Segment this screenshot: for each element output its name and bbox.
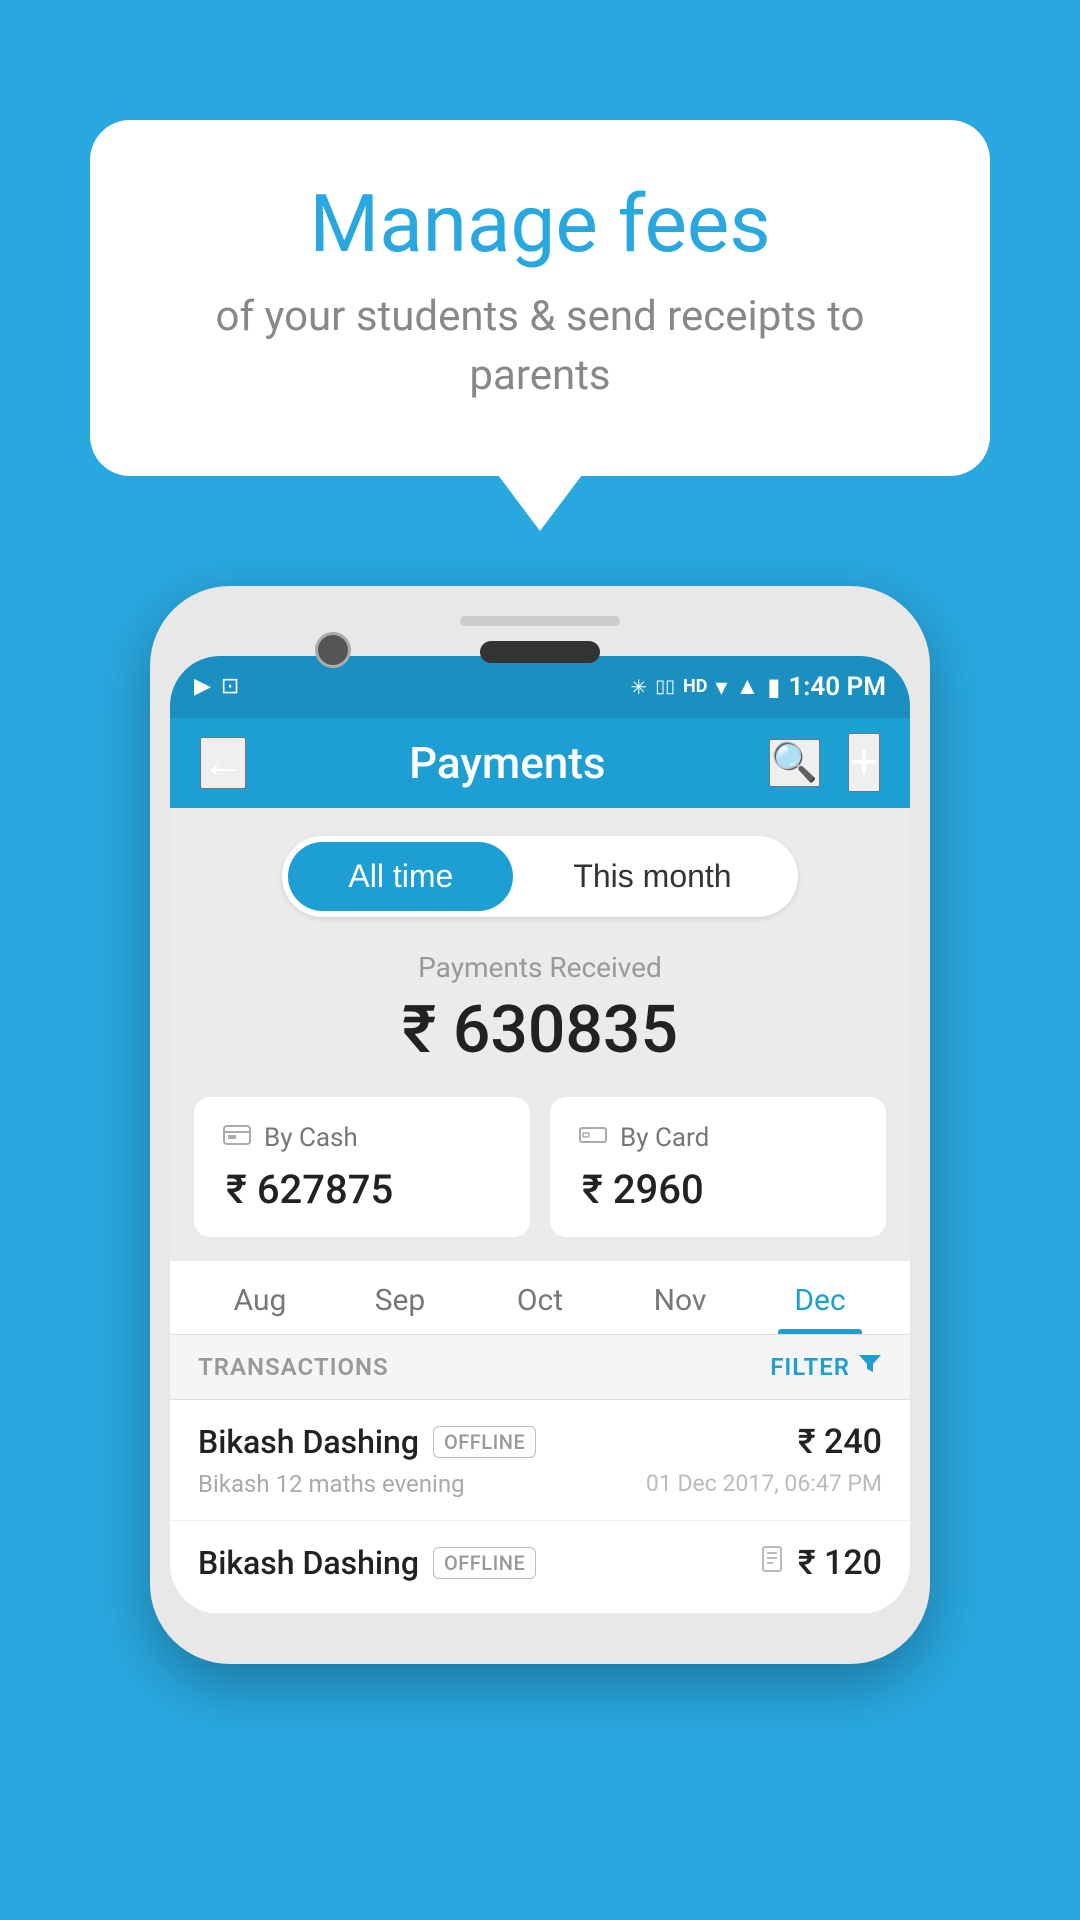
cash-icon xyxy=(222,1121,252,1156)
search-button[interactable]: 🔍 xyxy=(769,739,820,787)
transaction-top: Bikash Dashing OFFLINE xyxy=(198,1543,882,1583)
cash-card: By Cash ₹ 627875 xyxy=(194,1097,530,1237)
transaction-detail: Bikash 12 maths evening xyxy=(198,1470,465,1498)
hd-badge: HD xyxy=(683,676,707,697)
clock: 1:40 PM xyxy=(788,672,886,702)
play-icon: ▶ xyxy=(194,674,211,699)
card-amount: ₹ 2960 xyxy=(578,1166,858,1213)
payment-cards-row: By Cash ₹ 627875 By Card xyxy=(170,1097,910,1261)
tab-dec[interactable]: Dec xyxy=(750,1261,890,1334)
content-area: All time This month Payments Received ₹ … xyxy=(170,808,910,1614)
status-bar: ▶ ⊡ ✳ ▯▯ HD ▾ ▲ ▮ 1:40 PM xyxy=(170,656,910,718)
this-month-tab[interactable]: This month xyxy=(513,842,791,911)
cash-card-label-row: By Cash xyxy=(222,1121,502,1156)
payments-received-section: Payments Received ₹ 630835 xyxy=(170,941,910,1097)
transaction-bottom: Bikash 12 maths evening 01 Dec 2017, 06:… xyxy=(198,1470,882,1498)
card-icon xyxy=(578,1121,608,1156)
transactions-header: TRANSACTIONS FILTER xyxy=(170,1335,910,1400)
offline-badge: OFFLINE xyxy=(433,1547,536,1579)
offline-badge: OFFLINE xyxy=(433,1426,536,1458)
tab-aug[interactable]: Aug xyxy=(190,1261,330,1334)
tab-sep[interactable]: Sep xyxy=(330,1261,470,1334)
add-button[interactable]: + xyxy=(848,733,880,792)
app-bar: ← Payments 🔍 + xyxy=(170,718,910,808)
transaction-row: Bikash Dashing OFFLINE xyxy=(170,1521,910,1614)
bluetooth-icon: ✳ xyxy=(630,675,647,699)
status-bar-left: ▶ ⊡ xyxy=(194,674,239,699)
battery-icon: ▮ xyxy=(767,673,780,701)
bubble-title: Manage fees xyxy=(170,180,910,268)
document-icon xyxy=(760,1545,784,1580)
screen-icon: ⊡ xyxy=(221,674,239,699)
transaction-top: Bikash Dashing OFFLINE ₹ 240 xyxy=(198,1422,882,1462)
card-card: By Card ₹ 2960 xyxy=(550,1097,886,1237)
phone-camera xyxy=(315,632,351,668)
signal-icon: ▲ xyxy=(735,672,759,701)
transaction-amount: ₹ 240 xyxy=(798,1422,882,1462)
transaction-date: 01 Dec 2017, 06:47 PM xyxy=(646,1470,882,1497)
tab-nov[interactable]: Nov xyxy=(610,1261,750,1334)
phone-screen: ▶ ⊡ ✳ ▯▯ HD ▾ ▲ ▮ 1:40 PM ← Payments xyxy=(170,656,910,1614)
transaction-name: Bikash Dashing OFFLINE xyxy=(198,1423,536,1461)
payments-received-amount: ₹ 630835 xyxy=(170,992,910,1069)
transaction-amount: ₹ 120 xyxy=(798,1543,882,1583)
toggle-container: All time This month xyxy=(170,808,910,941)
speech-bubble: Manage fees of your students & send rece… xyxy=(90,120,990,476)
transaction-name: Bikash Dashing OFFLINE xyxy=(198,1544,536,1582)
filter-button[interactable]: FILTER xyxy=(770,1353,882,1381)
cash-label: By Cash xyxy=(264,1123,358,1153)
card-label-row: By Card xyxy=(578,1121,858,1156)
vibrate-icon: ▯▯ xyxy=(655,676,675,697)
filter-icon xyxy=(858,1353,882,1381)
tab-oct[interactable]: Oct xyxy=(470,1261,610,1334)
status-bar-right: ✳ ▯▯ HD ▾ ▲ ▮ 1:40 PM xyxy=(630,672,886,702)
all-time-tab[interactable]: All time xyxy=(288,842,513,911)
phone-wrapper: ▶ ⊡ ✳ ▯▯ HD ▾ ▲ ▮ 1:40 PM ← Payments xyxy=(150,586,930,1664)
month-tabs: Aug Sep Oct Nov Dec xyxy=(170,1261,910,1335)
toggle-wrapper: All time This month xyxy=(282,836,797,917)
wifi-icon: ▾ xyxy=(715,673,727,701)
phone-speaker xyxy=(480,641,600,663)
app-bar-actions: 🔍 + xyxy=(769,733,880,792)
phone-frame: ▶ ⊡ ✳ ▯▯ HD ▾ ▲ ▮ 1:40 PM ← Payments xyxy=(150,586,930,1664)
page-title: Payments xyxy=(409,737,605,789)
cash-amount: ₹ 627875 xyxy=(222,1166,502,1213)
bubble-subtitle: of your students & send receipts to pare… xyxy=(170,288,910,406)
transactions-label: TRANSACTIONS xyxy=(198,1353,389,1381)
transaction-row: Bikash Dashing OFFLINE ₹ 240 Bikash 12 m… xyxy=(170,1400,910,1521)
filter-label: FILTER xyxy=(770,1353,850,1381)
back-button[interactable]: ← xyxy=(200,737,246,789)
payments-received-label: Payments Received xyxy=(170,951,910,984)
card-label: By Card xyxy=(620,1123,709,1153)
